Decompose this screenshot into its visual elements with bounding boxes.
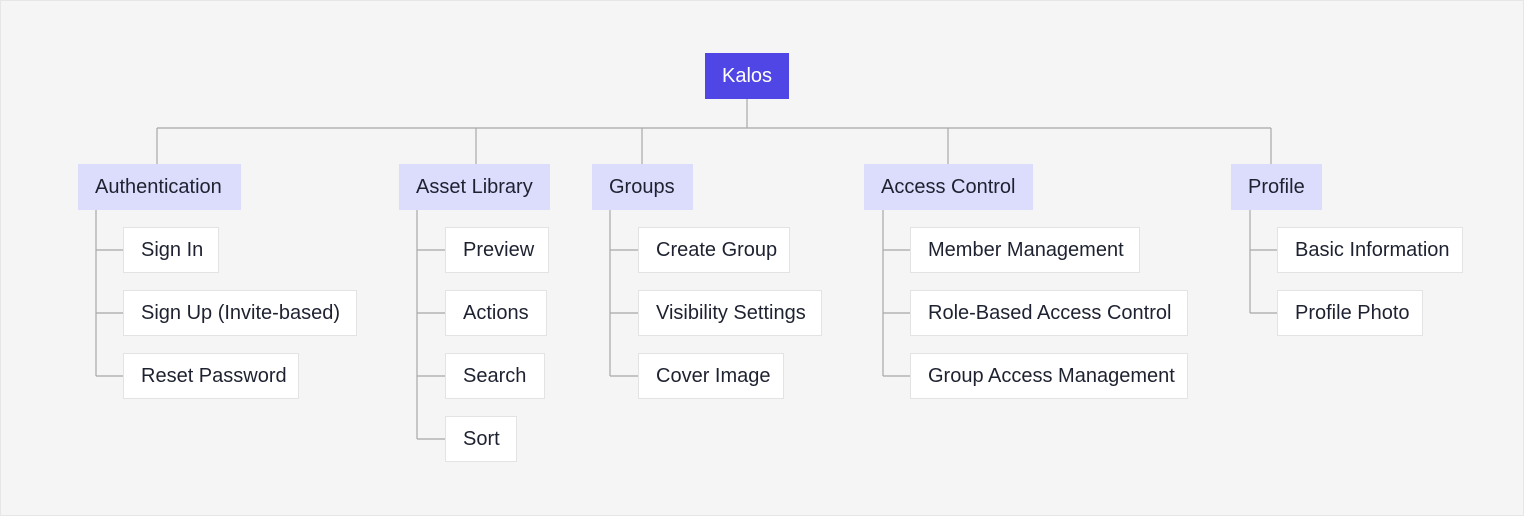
leaf-member-management: Member Management [910, 227, 1140, 273]
leaf-visibility-settings: Visibility Settings [638, 290, 822, 336]
category-asset-library: Asset Library [399, 164, 550, 210]
leaf-search: Search [445, 353, 545, 399]
diagram-canvas: Kalos Authentication Sign In Sign Up (In… [0, 0, 1524, 516]
leaf-preview: Preview [445, 227, 549, 273]
category-profile: Profile [1231, 164, 1322, 210]
leaf-role-based-access-control: Role-Based Access Control [910, 290, 1188, 336]
leaf-sign-in: Sign In [123, 227, 219, 273]
leaf-reset-password: Reset Password [123, 353, 299, 399]
leaf-profile-photo: Profile Photo [1277, 290, 1423, 336]
leaf-actions: Actions [445, 290, 547, 336]
leaf-sort: Sort [445, 416, 517, 462]
category-access-control: Access Control [864, 164, 1033, 210]
leaf-group-access-management: Group Access Management [910, 353, 1188, 399]
leaf-sign-up: Sign Up (Invite-based) [123, 290, 357, 336]
leaf-create-group: Create Group [638, 227, 790, 273]
leaf-cover-image: Cover Image [638, 353, 784, 399]
category-authentication: Authentication [78, 164, 241, 210]
category-groups: Groups [592, 164, 693, 210]
root-node-kalos: Kalos [705, 53, 789, 99]
leaf-basic-information: Basic Information [1277, 227, 1463, 273]
